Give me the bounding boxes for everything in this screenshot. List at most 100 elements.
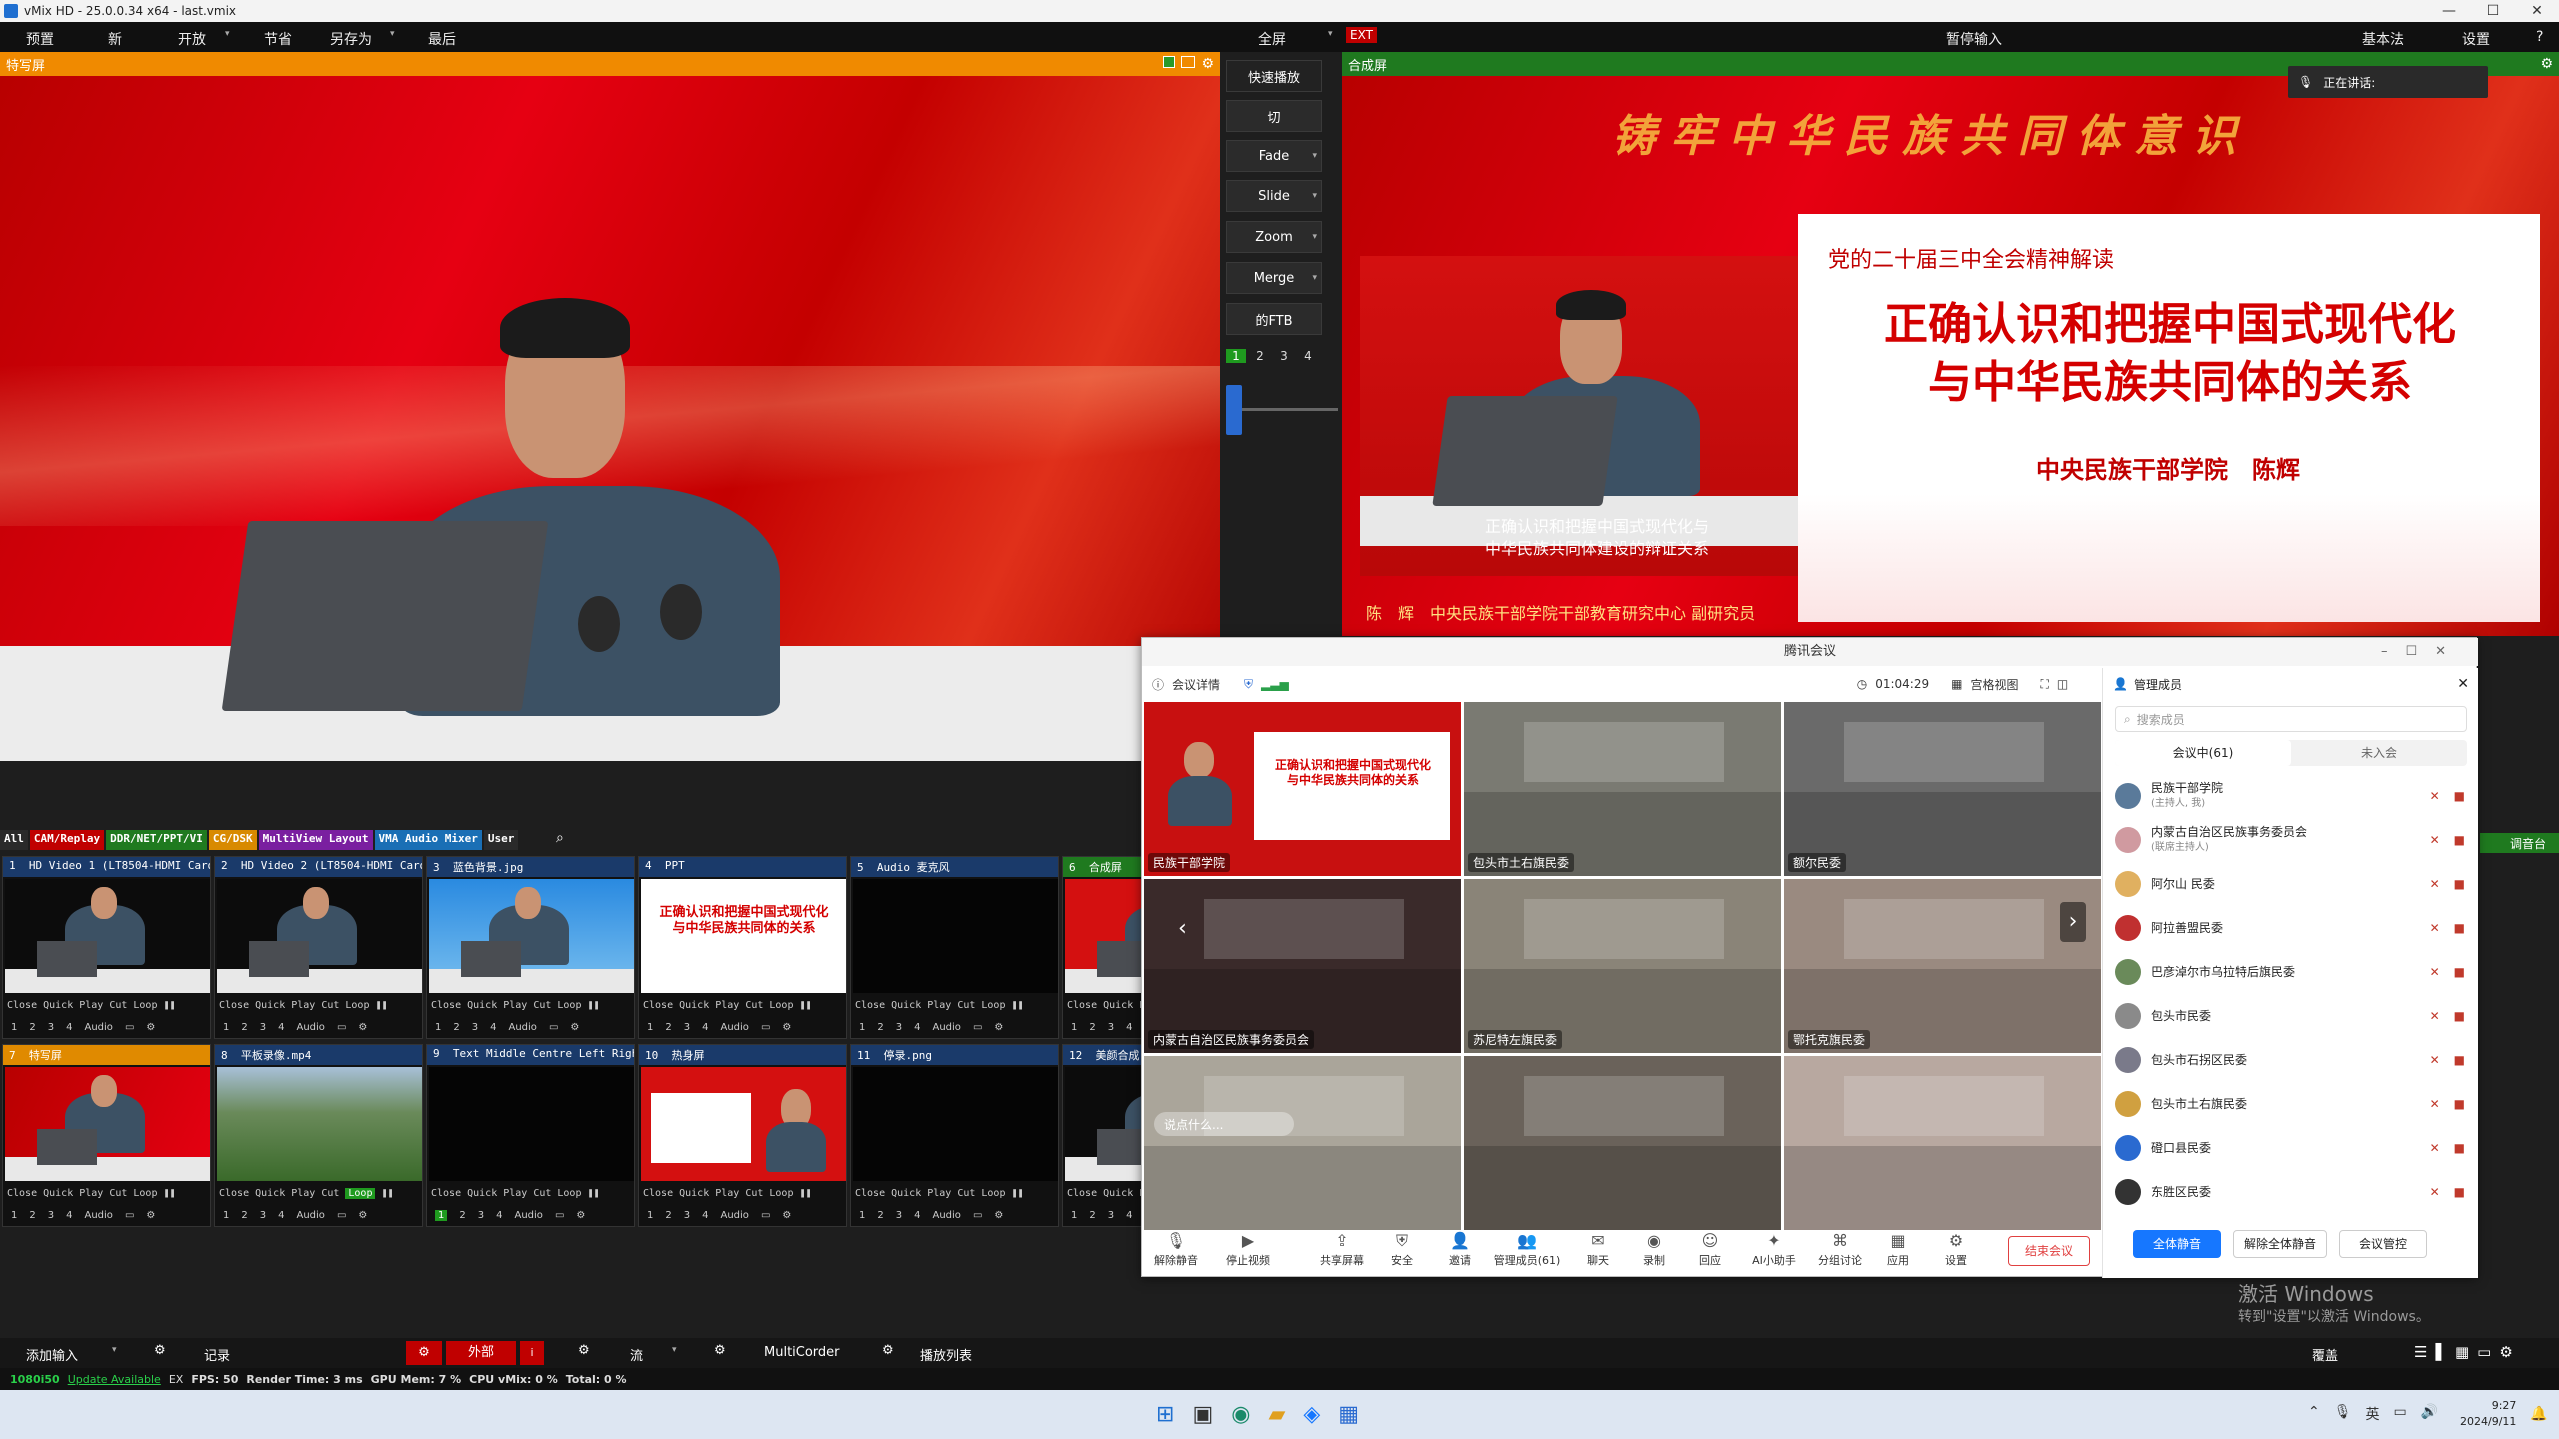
input-close-button[interactable]: Close <box>219 1188 249 1199</box>
muted-mic-icon[interactable]: ✕ <box>2430 877 2440 891</box>
meeting-video-tile[interactable]: 内蒙古自治区民族事务委员会 <box>1144 879 1461 1053</box>
input-pause-icon[interactable]: ❚❚ <box>799 1188 811 1199</box>
overlay-4-button[interactable]: 4 <box>702 1022 708 1033</box>
input-audio-button[interactable]: Audio <box>721 1210 749 1221</box>
overlay-2-button[interactable]: 2 <box>241 1022 247 1033</box>
input-gear-icon[interactable]: ⚙ <box>782 1210 791 1221</box>
overlay-4-button[interactable]: 4 <box>1126 1022 1132 1033</box>
input-loop-button[interactable]: Loop <box>133 1188 157 1199</box>
task-view-icon[interactable]: ▣ <box>1192 1402 1213 1427</box>
input-close-button[interactable]: Close <box>431 1000 461 1011</box>
menu-preview[interactable]: 预置 <box>26 29 54 49</box>
input-loop-button[interactable]: Loop <box>981 1188 1005 1199</box>
input-pause-icon[interactable]: ❚❚ <box>1011 1000 1023 1011</box>
input-language[interactable]: 英 <box>2366 1404 2380 1424</box>
input-monitor-icon[interactable]: ▭ <box>125 1022 134 1033</box>
toolbar-share-button[interactable]: ⇪ 共享屏幕 <box>1314 1230 1370 1276</box>
member-row[interactable]: 巴彦淖尔市乌拉特后旗民委 ✕ ■ <box>2103 950 2479 994</box>
overlay-1-button[interactable]: 1 <box>1071 1022 1077 1033</box>
input-loop-button[interactable]: Loop <box>769 1188 793 1199</box>
muted-mic-icon[interactable]: ✕ <box>2430 833 2440 847</box>
input-tab-5[interactable]: VMA Audio Mixer <box>374 830 482 850</box>
input-thumbnail[interactable]: 正确认识和把握中国式现代化 与中华民族共同体的关系 <box>641 879 846 993</box>
record-button[interactable]: 记录 <box>204 1345 230 1364</box>
input-tile-4[interactable]: 4 PPT 正确认识和把握中国式现代化 与中华民族共同体的关系 Close Quick … <box>638 856 847 1039</box>
input-gear-icon[interactable]: ⚙ <box>146 1022 155 1033</box>
preview-layout-icon[interactable] <box>1181 56 1196 68</box>
input-pause-icon[interactable]: ❚❚ <box>163 1000 175 1011</box>
transition-page-4[interactable]: 4 <box>1298 349 1318 363</box>
menu-pause-input[interactable]: 暂停输入 <box>1946 29 2002 49</box>
overlay-4-button[interactable]: 4 <box>914 1022 920 1033</box>
input-gear-icon[interactable]: ⚙ <box>576 1210 585 1221</box>
overlay-2-button[interactable]: 2 <box>665 1022 671 1033</box>
menu-new[interactable]: 新 <box>108 29 122 49</box>
toolbar-security-button[interactable]: ⛨ 安全 <box>1374 1230 1430 1276</box>
menu-settings[interactable]: 设置 <box>2462 29 2490 49</box>
input-cut-button[interactable]: Cut <box>109 1000 127 1011</box>
members-close-icon[interactable]: ✕ <box>2457 676 2469 692</box>
muted-mic-icon[interactable]: ✕ <box>2430 965 2440 979</box>
input-monitor-icon[interactable]: ▭ <box>761 1210 770 1221</box>
stream-button[interactable]: 流 <box>630 1345 643 1364</box>
start-icon[interactable]: ⊞ <box>1156 1402 1174 1427</box>
overlay-2-button[interactable]: 2 <box>1089 1210 1095 1221</box>
prev-page-icon[interactable]: ‹ <box>1178 916 1187 941</box>
meeting-info-button[interactable]: 会议详情 <box>1172 676 1220 693</box>
member-row[interactable]: 包头市民委 ✕ ■ <box>2103 994 2479 1038</box>
fade-button[interactable]: Fade ▾ <box>1226 140 1322 172</box>
meeting-video-tile[interactable]: 鄂托克旗民委 <box>1784 879 2101 1053</box>
input-quick-play-button[interactable]: Quick Play <box>679 1000 739 1011</box>
input-pause-icon[interactable]: ❚❚ <box>375 1000 387 1011</box>
input-thumbnail[interactable] <box>217 1067 422 1181</box>
overlay-4-button[interactable]: 4 <box>702 1210 708 1221</box>
camera-off-icon[interactable]: ■ <box>2454 1009 2465 1023</box>
input-header[interactable]: 4 PPT <box>639 857 846 877</box>
input-gear-icon[interactable]: ⚙ <box>994 1022 1003 1033</box>
meeting-video-tile[interactable] <box>1784 1056 2101 1230</box>
playlist-button[interactable]: 播放列表 <box>920 1345 972 1364</box>
input-gear-icon[interactable]: ⚙ <box>994 1210 1003 1221</box>
input-thumbnail[interactable] <box>5 1067 210 1181</box>
tray-volume-icon[interactable]: 🔊 <box>2421 1404 2438 1424</box>
input-quick-play-button[interactable]: Quick Play <box>255 1188 315 1199</box>
open-dropdown-icon[interactable]: ▾ <box>225 29 230 39</box>
input-pause-icon[interactable]: ❚❚ <box>163 1188 175 1199</box>
overlay-4-button[interactable]: 4 <box>1126 1210 1132 1221</box>
toolbar-breakout-button[interactable]: ⌘ 分组讨论 <box>1812 1230 1868 1276</box>
input-audio-button[interactable]: Audio <box>297 1022 325 1033</box>
input-cut-button[interactable]: Cut <box>957 1188 975 1199</box>
quick-play-button[interactable]: 快速播放 <box>1226 60 1322 92</box>
meeting-video-tile[interactable] <box>1144 1056 1461 1230</box>
input-header[interactable]: 2 HD Video 2 (LT8504-HDMI Card) <box>215 857 422 877</box>
overlay-2-button[interactable]: 2 <box>1089 1022 1095 1033</box>
input-pause-icon[interactable]: ❚❚ <box>381 1188 393 1199</box>
overlay-1-button[interactable]: 1 <box>647 1022 653 1033</box>
muted-mic-icon[interactable]: ✕ <box>2430 1053 2440 1067</box>
input-loop-button[interactable]: Loop <box>345 1000 369 1011</box>
toolbar-video-button[interactable]: ▶ 停止视频 <box>1220 1230 1276 1276</box>
input-quick-play-button[interactable]: Quick Play <box>679 1188 739 1199</box>
input-monitor-icon[interactable]: ▭ <box>337 1022 346 1033</box>
input-close-button[interactable]: Close <box>431 1188 461 1199</box>
external-gear-icon[interactable]: ⚙ <box>406 1341 442 1365</box>
fullscreen-dropdown-icon[interactable]: ▾ <box>1328 29 1333 39</box>
input-tile-2[interactable]: 2 HD Video 2 (LT8504-HDMI Card) Close Quic… <box>214 856 423 1039</box>
overlay-2-button[interactable]: 2 <box>877 1210 883 1221</box>
output-gear-icon[interactable]: ⚙ <box>2540 56 2553 72</box>
input-header[interactable]: 8 平板录像.mp4 <box>215 1045 422 1065</box>
t-bar-handle[interactable] <box>1226 385 1242 435</box>
input-close-button[interactable]: Close <box>855 1000 885 1011</box>
overlay-3-button[interactable]: 3 <box>48 1022 54 1033</box>
input-tile-8[interactable]: 8 平板录像.mp4 Close Quick Play Cut Loop ❚❚ 1 2 3 4 Au… <box>214 1044 423 1227</box>
save-as-dropdown-icon[interactable]: ▾ <box>390 29 395 39</box>
overlay-3-button[interactable]: 3 <box>260 1210 266 1221</box>
input-gear-icon[interactable]: ⚙ <box>358 1022 367 1033</box>
input-monitor-icon[interactable]: ▭ <box>973 1210 982 1221</box>
vmix-icon[interactable]: ▦ <box>1338 1402 1359 1427</box>
menu-save[interactable]: 节省 <box>264 29 292 49</box>
maximize-button[interactable]: ☐ <box>2471 3 2515 19</box>
meeting-window-controls[interactable]: –☐✕ <box>2381 638 2464 666</box>
overlay-2-button[interactable]: 2 <box>665 1210 671 1221</box>
input-gear-icon[interactable]: ⚙ <box>146 1210 155 1221</box>
